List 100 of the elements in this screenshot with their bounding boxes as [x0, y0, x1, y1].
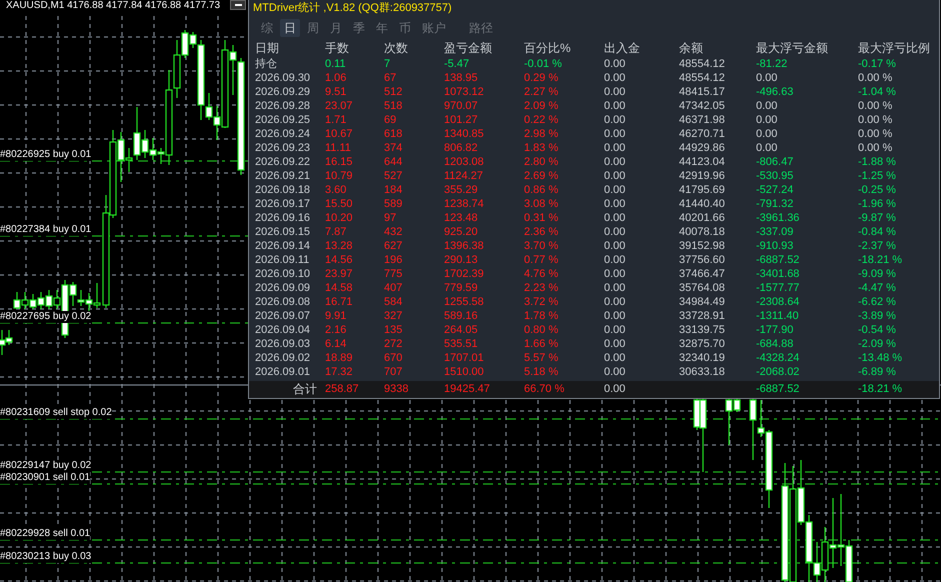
max-drawdown-percent-cell-text: -2.37 %	[858, 239, 897, 253]
max-drawdown-cell-text: -2308.64	[756, 295, 800, 309]
period-tab[interactable]: 日	[280, 19, 300, 37]
period-tab[interactable]: 季	[349, 19, 369, 37]
count-cell-text: 775	[384, 267, 404, 281]
max-drawdown-percent-cell-text: -2.09 %	[858, 337, 897, 351]
period-tab[interactable]: 账户	[418, 19, 450, 37]
percent-cell-text: 3.08 %	[524, 197, 560, 211]
max-drawdown-cell-text: 0.00	[756, 71, 778, 85]
max-drawdown-percent-cell-text: -0.17 %	[858, 57, 897, 71]
max-drawdown-cell-text: -527.24	[756, 183, 794, 197]
max-drawdown-percent-cell-text: -18.21 %	[858, 253, 904, 267]
lots-cell-text: 23.97	[325, 267, 354, 281]
percent-cell-text: 0.29 %	[524, 71, 560, 85]
lots-cell-text: 1.71	[325, 113, 348, 127]
lots-cell-text: 2.16	[325, 323, 348, 337]
balance-cell-text: 37756.60	[679, 253, 726, 267]
count-cell-text: 589	[384, 197, 404, 211]
count-cell-text: 97	[384, 211, 398, 225]
count-cell-text: 196	[384, 253, 404, 267]
lots-cell-text: 16.15	[325, 155, 354, 169]
max-drawdown-cell-text: -684.88	[756, 337, 794, 351]
percent-cell-text: 2.27 %	[524, 85, 560, 99]
panel-title: MTDriver统计 ,V1.82 (QQ群:260937757)	[252, 0, 453, 16]
percent-cell-text: 1.78 %	[524, 309, 560, 323]
count-cell-text: 67	[384, 71, 398, 85]
count-cell-text: 69	[384, 113, 398, 127]
max-drawdown-percent-cell-text: 0.00 %	[858, 127, 894, 141]
date-cell-text: 2026.09.14	[255, 239, 312, 253]
deposit-cell-text: 0.00	[604, 57, 626, 71]
column-header: 次数	[384, 40, 409, 57]
date-cell-text: 2026.09.29	[255, 85, 312, 99]
balance-cell-text: 41795.69	[679, 183, 726, 197]
max-drawdown-percent-cell-text: -1.88 %	[858, 155, 897, 169]
deposit-cell-text: 0.00	[604, 253, 626, 267]
pnl-cell-text: 264.05	[444, 323, 479, 337]
date-cell-text: 2026.09.11	[255, 253, 310, 267]
deposit-cell-text: 0.00	[604, 267, 626, 281]
lots-cell-text: 14.56	[325, 253, 354, 267]
pnl-cell-text: 1238.74	[444, 197, 485, 211]
deposit-cell-text: 0.00	[604, 239, 626, 253]
percent-cell-text: 2.80 %	[524, 155, 560, 169]
deposit-cell-text: 0.00	[604, 337, 626, 351]
deposit-cell-text: 0.00	[604, 113, 626, 127]
percent-cell-text: 0.77 %	[524, 253, 560, 267]
count-cell-text: 518	[384, 99, 404, 113]
max-drawdown-cell-text: -337.09	[756, 225, 794, 239]
date-cell-text: 2026.09.17	[255, 197, 312, 211]
pnl-cell-text: 1707.01	[444, 351, 485, 365]
count-cell-text: 584	[384, 295, 404, 309]
balance-cell-text: 48415.17	[679, 85, 726, 99]
percent-cell-text: -0.01 %	[524, 57, 563, 71]
minimize-button[interactable]	[230, 0, 246, 10]
lots-cell-text: 258.87	[325, 382, 360, 397]
percent-cell-text: 4.76 %	[524, 267, 560, 281]
column-header: 日期	[255, 40, 280, 57]
max-drawdown-cell-text: -806.47	[756, 155, 794, 169]
order-label: #80229928 sell 0.01	[0, 528, 90, 540]
count-cell-text: 374	[384, 141, 404, 155]
pnl-cell-text: 1340.85	[444, 127, 485, 141]
max-drawdown-percent-cell-text: -18.21 %	[858, 382, 904, 397]
deposit-cell-text: 0.00	[604, 365, 626, 379]
lots-cell-text: 9.51	[325, 85, 348, 99]
count-cell-text: 512	[384, 85, 404, 99]
deposit-cell-text: 0.00	[604, 127, 626, 141]
count-cell-text: 527	[384, 169, 404, 183]
pnl-cell-text: 1510.00	[444, 365, 485, 379]
lots-cell-text: 10.67	[325, 127, 354, 141]
period-tab[interactable]: 周	[303, 19, 323, 37]
period-tab[interactable]: 币	[395, 19, 415, 37]
deposit-cell-text: 0.00	[604, 382, 626, 397]
order-label: #80227384 buy 0.01	[0, 224, 92, 236]
lots-cell-text: 14.58	[325, 281, 354, 295]
date-cell-text: 2026.09.04	[255, 323, 312, 337]
count-cell-text: 407	[384, 281, 404, 295]
pnl-cell-text: 1396.38	[444, 239, 485, 253]
max-drawdown-percent-cell-text: -0.84 %	[858, 225, 897, 239]
percent-cell-text: 3.72 %	[524, 295, 560, 309]
balance-cell-text: 33139.75	[679, 323, 726, 337]
deposit-cell-text: 0.00	[604, 169, 626, 183]
column-header: 最大浮亏比例	[858, 40, 931, 57]
pnl-cell-text: 123.48	[444, 211, 479, 225]
period-tab[interactable]: 年	[372, 19, 392, 37]
period-tab[interactable]: 路径	[465, 19, 497, 37]
balance-cell-text: 34984.49	[679, 295, 726, 309]
max-drawdown-percent-cell-text: -4.47 %	[858, 281, 897, 295]
percent-cell-text: 2.09 %	[524, 99, 560, 113]
balance-cell-text: 40078.18	[679, 225, 726, 239]
lots-cell-text: 7.87	[325, 225, 348, 239]
max-drawdown-cell-text: -2068.02	[756, 365, 800, 379]
order-label: #80230213 buy 0.03	[0, 551, 92, 563]
pnl-cell-text: 1124.27	[444, 169, 484, 183]
period-tab[interactable]: 综	[257, 19, 277, 37]
lots-cell-text: 1.06	[325, 71, 348, 85]
period-tab[interactable]: 月	[326, 19, 346, 37]
order-label: #80227695 buy 0.02	[0, 311, 92, 323]
date-cell-text: 2026.09.30	[255, 71, 312, 85]
max-drawdown-cell-text: -4328.24	[756, 351, 800, 365]
deposit-cell-text: 0.00	[604, 99, 626, 113]
date-cell-text: 2026.09.28	[255, 99, 312, 113]
